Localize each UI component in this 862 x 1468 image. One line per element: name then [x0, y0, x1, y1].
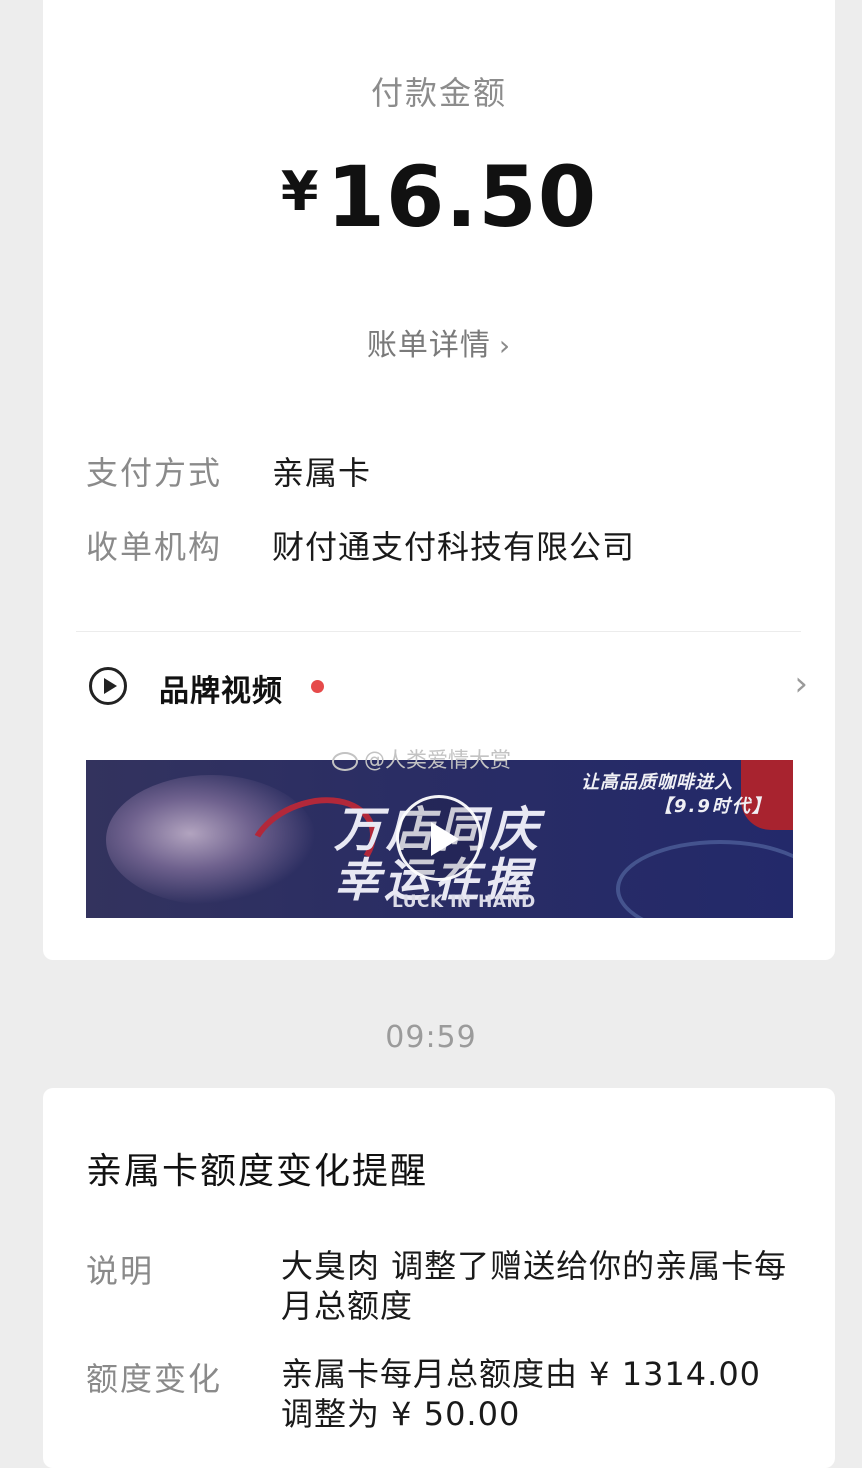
notification-dot	[311, 680, 324, 693]
video-subtitle-2: 【9.9时代】	[654, 796, 772, 817]
notice-desc-label: 说明	[86, 1252, 155, 1290]
notice-change-value: 亲属卡每月总额度由 ¥ 1314.00 调整为 ¥ 50.00	[281, 1355, 762, 1433]
amount-value: 16.50	[326, 148, 598, 246]
play-circle-icon	[89, 667, 127, 705]
weibo-icon	[332, 751, 358, 771]
payment-card: 付款金额 ¥16.50 账单详情 › 支付方式 亲属卡 收单机构 财付通支付科技有限公…	[43, 0, 835, 960]
bill-details-link[interactable]: 账单详情 ›	[43, 320, 835, 364]
message-timestamp: 09:59	[385, 1020, 477, 1055]
chevron-right-icon: ›	[794, 664, 808, 704]
notice-card[interactable]: 亲属卡额度变化提醒 说明 大臭肉 调整了赠送给你的亲属卡每月总额度 额度变化 亲…	[43, 1088, 835, 1468]
watermark-text: @人类爱情大赏	[364, 748, 511, 772]
notice-change-label: 额度变化	[86, 1360, 223, 1398]
payment-amount: ¥16.50	[43, 148, 835, 246]
video-subtitle-1: 让高品质咖啡进入	[581, 772, 733, 793]
payment-method-label: 支付方式	[86, 454, 223, 492]
brand-video-row[interactable]: 品牌视频 ›	[86, 664, 808, 714]
divider	[76, 631, 801, 632]
notice-title: 亲属卡额度变化提醒	[86, 1151, 429, 1192]
watermark: @人类爱情大赏	[332, 744, 511, 774]
play-button-icon[interactable]	[396, 795, 482, 881]
brand-video-thumbnail[interactable]: 让高品质咖啡进入 【9.9时代】 万店同庆 幸运在握 LUCK IN HAND	[86, 760, 793, 918]
amount-label: 付款金额	[370, 74, 507, 112]
acquirer-row: 收单机构 财付通支付科技有限公司	[86, 522, 635, 568]
video-english-title: LUCK IN HAND	[392, 892, 536, 912]
video-artwork-cloud	[616, 840, 793, 918]
notice-desc-value: 大臭肉 调整了赠送给你的亲属卡每月总额度	[281, 1247, 788, 1325]
chevron-right-icon: ›	[498, 329, 512, 362]
acquirer-label: 收单机构	[86, 528, 223, 566]
payment-method-row: 支付方式 亲属卡	[86, 448, 371, 494]
payment-method-value: 亲属卡	[272, 454, 372, 492]
brand-video-label: 品牌视频	[159, 674, 283, 709]
acquirer-value: 财付通支付科技有限公司	[272, 528, 636, 566]
currency-symbol: ¥	[280, 160, 319, 223]
bill-details-label: 账单详情	[366, 328, 491, 363]
